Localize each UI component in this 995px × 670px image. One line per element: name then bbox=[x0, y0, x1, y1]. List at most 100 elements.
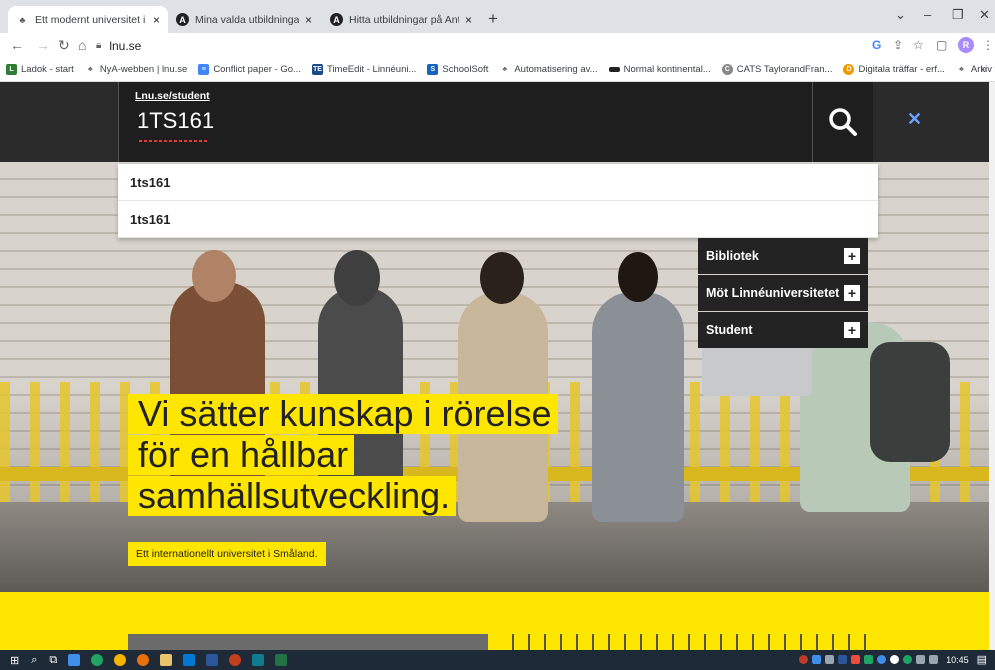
clear-search-icon[interactable]: ✕ bbox=[907, 109, 922, 130]
tray-icon[interactable] bbox=[864, 655, 874, 664]
app-icon[interactable] bbox=[252, 654, 265, 666]
new-tab-icon[interactable]: + bbox=[488, 9, 498, 29]
suggestion-item[interactable]: 1ts161 bbox=[118, 201, 878, 238]
tab-title: Mina valda utbildningar - Antagn bbox=[195, 13, 299, 26]
bookmark-item[interactable]: ♣Arkiv för kurs- och... bbox=[956, 64, 995, 75]
person-figure bbox=[592, 292, 684, 522]
folder-icon[interactable] bbox=[160, 654, 173, 666]
bookmarks-overflow-icon[interactable]: » bbox=[981, 64, 987, 75]
google-docs-icon: ≡ bbox=[198, 64, 210, 75]
address-bar: ← → ↻ ⌂ 🔒︎ lnu.se G ⇪ ☆ ▢ R ⋮ bbox=[0, 33, 995, 58]
edge-icon[interactable] bbox=[91, 654, 104, 666]
bookmark-label: Normal kontinental... bbox=[623, 64, 711, 75]
network-icon[interactable] bbox=[916, 655, 926, 664]
content-card[interactable] bbox=[128, 634, 488, 650]
browser-tab-antagning-valda[interactable]: A Mina valda utbildningar - Antagn × bbox=[168, 6, 320, 33]
page-scrollbar[interactable] bbox=[989, 82, 995, 650]
close-tab-icon[interactable]: × bbox=[465, 13, 472, 27]
tray-icon[interactable] bbox=[903, 655, 913, 664]
bookmark-item[interactable]: ≡ Conflict paper - Go... bbox=[198, 64, 301, 75]
browser-tab-antagning-hitta[interactable]: A Hitta utbildningar på Antagning. × bbox=[322, 6, 480, 33]
timeedit-icon: TE bbox=[311, 64, 323, 75]
profile-avatar[interactable]: R bbox=[958, 37, 974, 53]
close-tab-icon[interactable]: × bbox=[153, 13, 160, 27]
reload-icon[interactable]: ↻ bbox=[58, 37, 70, 54]
sidenav-item-mot-lnu[interactable]: Möt Linnéuniversitetet + bbox=[698, 275, 868, 311]
page-content: Lnu.se/student ✕ 1ts161 1ts161 Bibliotek… bbox=[0, 82, 995, 650]
windows-taskbar: ⊞ ⌕ ⧉ 10:45 ▤ bbox=[0, 650, 995, 670]
back-icon[interactable]: ← bbox=[10, 37, 24, 53]
app-icon[interactable] bbox=[229, 654, 242, 666]
chrome-icon[interactable] bbox=[114, 654, 127, 666]
bookmark-item[interactable]: Normal kontinental... bbox=[608, 64, 711, 75]
plus-icon[interactable]: + bbox=[844, 285, 860, 301]
tab-search-icon[interactable]: ⌄ bbox=[895, 7, 906, 23]
share-icon[interactable]: ⇪ bbox=[893, 38, 903, 52]
suggestion-item[interactable]: 1ts161 bbox=[118, 164, 878, 201]
tray-icon[interactable] bbox=[851, 655, 861, 664]
menu-kebab-icon[interactable]: ⋮ bbox=[982, 38, 994, 52]
bookmark-label: Conflict paper - Go... bbox=[213, 64, 301, 75]
headline-line: samhällsutveckling. bbox=[128, 476, 457, 516]
bookmark-item[interactable]: S SchoolSoft bbox=[427, 64, 488, 75]
tray-icon[interactable] bbox=[877, 655, 887, 664]
firefox-icon[interactable] bbox=[137, 654, 150, 666]
tray-icon[interactable] bbox=[890, 655, 900, 664]
search-input[interactable] bbox=[137, 104, 757, 138]
system-tray: 10:45 ▤ bbox=[795, 653, 987, 666]
bookmark-item[interactable]: TE TimeEdit - Linnéuni... bbox=[311, 64, 416, 75]
content-card[interactable] bbox=[498, 634, 868, 650]
bookmark-label: Automatisering av... bbox=[514, 64, 598, 75]
bookmark-item[interactable]: ♣ Automatisering av... bbox=[499, 64, 598, 75]
person-head bbox=[618, 252, 658, 302]
url-text: lnu.se bbox=[109, 38, 142, 53]
bookmark-item[interactable]: D Digitala träffar - erf... bbox=[843, 64, 945, 75]
search-icon[interactable]: ⌕ bbox=[31, 654, 37, 667]
tray-icon[interactable] bbox=[838, 655, 848, 664]
antagning-favicon-icon: A bbox=[176, 13, 189, 26]
excel-icon[interactable] bbox=[275, 654, 288, 666]
close-tab-icon[interactable]: × bbox=[305, 13, 312, 27]
backpack-figure bbox=[870, 342, 950, 462]
spellcheck-underline bbox=[139, 140, 209, 142]
lock-icon: 🔒︎ bbox=[96, 40, 102, 51]
close-window-icon[interactable]: ✕ bbox=[979, 7, 990, 23]
bookmark-item[interactable]: C CATS TaylorandFran... bbox=[721, 64, 832, 75]
lnu-icon: ♣ bbox=[88, 66, 93, 73]
bookmark-item[interactable]: ♣ NyA-webben | lnu.se bbox=[85, 64, 187, 75]
task-view-icon[interactable]: ⧉ bbox=[49, 654, 57, 667]
search-scope-label[interactable]: Lnu.se/student bbox=[135, 90, 210, 102]
tray-icon[interactable] bbox=[812, 655, 822, 664]
bookmark-star-icon[interactable]: ☆ bbox=[913, 38, 924, 52]
lnu-icon: ♣ bbox=[959, 66, 964, 73]
minimize-icon[interactable]: – bbox=[924, 7, 931, 22]
word-icon[interactable] bbox=[206, 654, 219, 666]
tray-icon[interactable] bbox=[825, 655, 835, 664]
sidenav-item-bibliotek[interactable]: Bibliotek + bbox=[698, 238, 868, 274]
maximize-icon[interactable]: ❐ bbox=[952, 7, 964, 23]
sidepanel-icon[interactable]: ▢ bbox=[936, 38, 947, 52]
taskbar-clock[interactable]: 10:45 bbox=[946, 655, 969, 665]
app-icon[interactable] bbox=[68, 654, 81, 666]
forward-icon[interactable]: → bbox=[36, 37, 50, 53]
browser-tabstrip: ♣ Ett modernt universitet i Smålan × A M… bbox=[0, 0, 995, 33]
hero-subline: Ett internationellt universitet i Smålan… bbox=[128, 542, 326, 566]
search-button[interactable] bbox=[813, 82, 873, 162]
plus-icon[interactable]: + bbox=[844, 248, 860, 264]
url-field[interactable]: 🔒︎ lnu.se bbox=[96, 36, 836, 55]
app-icon[interactable] bbox=[183, 654, 196, 666]
windows-start-icon[interactable]: ⊞ bbox=[10, 654, 19, 667]
plus-icon[interactable]: + bbox=[844, 322, 860, 338]
browser-tab-lnu[interactable]: ♣ Ett modernt universitet i Smålan × bbox=[8, 6, 168, 33]
bookmark-item[interactable]: L Ladok - start bbox=[6, 64, 74, 75]
tray-icon[interactable] bbox=[799, 655, 809, 664]
home-icon[interactable]: ⌂ bbox=[78, 37, 86, 53]
google-icon[interactable]: G bbox=[872, 38, 881, 52]
person-head bbox=[192, 250, 236, 302]
headline-line: Vi sätter kunskap i rörelse bbox=[128, 394, 558, 434]
bar-icon bbox=[608, 67, 620, 72]
volume-icon[interactable] bbox=[929, 655, 939, 664]
sidenav-item-label: Möt Linnéuniversitetet bbox=[706, 286, 840, 300]
notification-icon[interactable]: ▤ bbox=[977, 653, 987, 666]
sidenav-item-student[interactable]: Student + bbox=[698, 312, 868, 348]
